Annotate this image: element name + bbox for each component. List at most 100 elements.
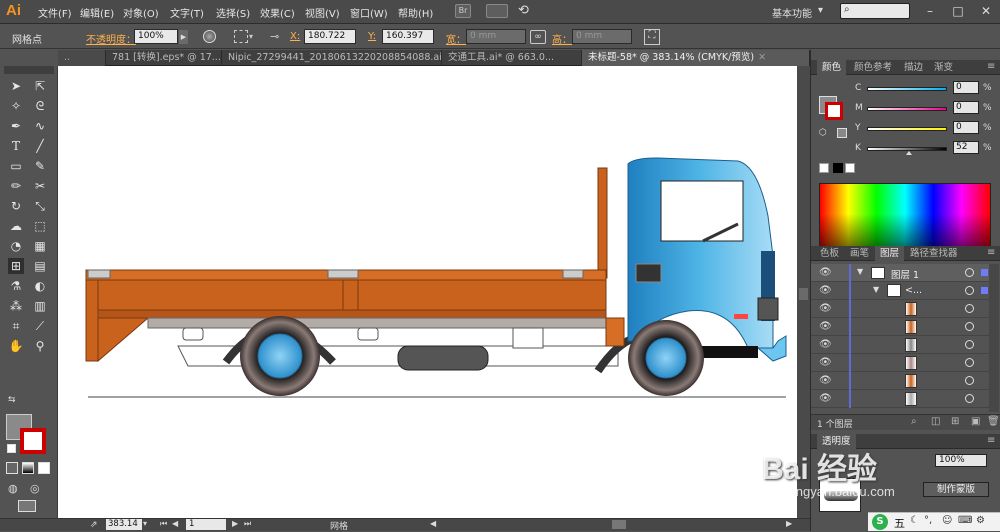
- color-mode-icon[interactable]: [6, 462, 18, 474]
- target-circle-icon[interactable]: [965, 394, 974, 403]
- maximize-button[interactable]: □: [944, 2, 972, 20]
- tab-brushes[interactable]: 画笔: [845, 246, 874, 261]
- visibility-eye-icon[interactable]: 👁: [819, 321, 832, 332]
- bridge-button[interactable]: Br: [455, 4, 471, 18]
- path-row[interactable]: 👁: [811, 390, 999, 408]
- target-circle-icon[interactable]: [965, 286, 974, 295]
- menu-edit[interactable]: 编辑(E): [80, 5, 114, 20]
- panel-menu-icon[interactable]: ≡: [987, 61, 995, 72]
- tab-doc-2[interactable]: Nipic_27299441_20180613220208854088.ai*: [222, 50, 442, 66]
- target-circle-icon[interactable]: [965, 268, 974, 277]
- hand-tool-icon[interactable]: ✋: [8, 338, 24, 354]
- stroke-swatch[interactable]: [825, 102, 843, 120]
- tab-overflow[interactable]: ..: [58, 50, 106, 66]
- gradient-mode-icon[interactable]: [22, 462, 34, 474]
- artboard-canvas[interactable]: [58, 66, 797, 518]
- page-field[interactable]: 1: [186, 519, 226, 530]
- curvature-tool-icon[interactable]: ∿: [32, 118, 48, 134]
- layer-name[interactable]: 图层 1: [891, 267, 919, 281]
- tab-doc-active[interactable]: 未标题-58* @ 383.14% (CMYK/预览) ✕: [582, 50, 810, 66]
- prev-page-icon[interactable]: ◀: [172, 519, 178, 528]
- target-circle-icon[interactable]: [965, 304, 974, 313]
- mesh-tool-icon[interactable]: ⊞: [8, 258, 24, 274]
- channel-y-slider[interactable]: [867, 127, 947, 131]
- y-label[interactable]: Y:: [368, 31, 376, 42]
- panel-menu-icon[interactable]: ≡: [987, 247, 995, 258]
- menu-select[interactable]: 选择(S): [216, 5, 250, 20]
- scroll-right-icon[interactable]: ▶: [786, 519, 792, 528]
- arrange-documents-icon[interactable]: [486, 4, 508, 18]
- visibility-eye-icon[interactable]: 👁: [819, 393, 832, 404]
- rotate-tool-icon[interactable]: ↻: [8, 198, 24, 214]
- group-name[interactable]: <...: [905, 285, 922, 296]
- line-tool-icon[interactable]: ╱: [32, 138, 48, 154]
- h-scroll-thumb[interactable]: [612, 520, 626, 529]
- channel-c-slider[interactable]: [867, 87, 947, 91]
- chevron-down-icon[interactable]: ▾: [249, 32, 253, 41]
- visibility-eye-icon[interactable]: 👁: [819, 285, 832, 296]
- visibility-eye-icon[interactable]: 👁: [819, 339, 832, 350]
- tab-swatches[interactable]: 色板: [815, 246, 844, 261]
- path-row[interactable]: 👁: [811, 372, 999, 390]
- cube-icon[interactable]: ⬡: [819, 128, 829, 138]
- chevron-down-icon[interactable]: ▾: [818, 5, 823, 16]
- ime-mode[interactable]: 五: [894, 515, 905, 531]
- menu-effect[interactable]: 效果(C): [260, 5, 295, 20]
- tab-layers[interactable]: 图层: [875, 246, 905, 261]
- layer-row[interactable]: 👁 ▼ 图层 1: [811, 264, 999, 282]
- pen-tool-icon[interactable]: ✒: [8, 118, 24, 134]
- make-mask-button[interactable]: 制作蒙版: [923, 482, 989, 497]
- scissors-icon[interactable]: ✂: [32, 178, 48, 194]
- group-row[interactable]: 👁 ▼ <...: [811, 282, 999, 300]
- new-sublayer-icon[interactable]: ⊞: [951, 416, 959, 427]
- tab-color-guide[interactable]: 颜色参考: [849, 60, 897, 75]
- zoom-field[interactable]: 383.14: [106, 519, 142, 530]
- link-proportions-icon[interactable]: ∞: [530, 30, 546, 44]
- draw-mode-icon[interactable]: ◍: [8, 482, 18, 495]
- visibility-eye-icon[interactable]: 👁: [819, 303, 832, 314]
- warp-tool-icon[interactable]: ☁: [8, 218, 24, 234]
- last-page-icon[interactable]: ⏭: [244, 519, 251, 529]
- magic-wand-icon[interactable]: ✧: [8, 98, 24, 114]
- visibility-eye-icon[interactable]: 👁: [819, 375, 832, 386]
- rectangle-tool-icon[interactable]: ▭: [8, 158, 24, 174]
- transparency-opacity-field[interactable]: 100%: [935, 454, 987, 467]
- menu-view[interactable]: 视图(V): [305, 5, 340, 20]
- menu-file[interactable]: 文件(F): [38, 5, 72, 20]
- path-row[interactable]: 👁: [811, 318, 999, 336]
- lasso-icon[interactable]: ᘓ: [32, 98, 48, 114]
- target-circle-icon[interactable]: [965, 322, 974, 331]
- first-page-icon[interactable]: ⏮: [160, 519, 167, 529]
- channel-m-value[interactable]: 0: [953, 101, 979, 114]
- layers-scrollbar[interactable]: [989, 264, 999, 412]
- tab-doc-1[interactable]: 781 [转换].eps* @ 17...: [106, 50, 222, 66]
- ime-logo-icon[interactable]: S: [872, 514, 888, 530]
- close-button[interactable]: ✕: [972, 2, 1000, 20]
- pencil-icon[interactable]: ✏: [8, 178, 24, 194]
- sync-icon[interactable]: ⟲: [518, 3, 529, 18]
- height-field[interactable]: 0 mm: [572, 29, 632, 44]
- scale-tool-icon[interactable]: ⤡: [32, 198, 48, 214]
- opacity-arrow-icon[interactable]: ▶: [179, 30, 188, 44]
- symbol-sprayer-icon[interactable]: ⁂: [8, 298, 24, 314]
- tab-pathfinder[interactable]: 路径查找器: [905, 246, 963, 261]
- stroke-swatch[interactable]: [20, 428, 46, 454]
- path-row[interactable]: 👁: [811, 336, 999, 354]
- workspace-switcher[interactable]: 基本功能: [772, 5, 812, 20]
- direct-selection-tool-icon[interactable]: ⇱: [32, 78, 48, 94]
- channel-c-value[interactable]: 0: [953, 81, 979, 94]
- black-swatch[interactable]: [833, 163, 843, 173]
- screen-mode-icon[interactable]: [18, 500, 36, 512]
- locate-object-icon[interactable]: ⌕: [911, 416, 917, 427]
- visibility-eye-icon[interactable]: 👁: [819, 267, 832, 278]
- selection-indicator[interactable]: [981, 269, 988, 276]
- blend-tool-icon[interactable]: ◐: [32, 278, 48, 294]
- expand-triangle-icon[interactable]: ▼: [857, 267, 863, 276]
- chevron-down-icon[interactable]: ▾: [143, 519, 147, 528]
- selection-indicator[interactable]: [981, 287, 988, 294]
- emoji-icon[interactable]: ☺: [942, 515, 952, 526]
- channel-k-value[interactable]: 52: [953, 141, 979, 154]
- zoom-tool-icon[interactable]: ⚲: [32, 338, 48, 354]
- channel-m-slider[interactable]: [867, 107, 947, 111]
- help-search-input[interactable]: ⌕: [840, 3, 910, 19]
